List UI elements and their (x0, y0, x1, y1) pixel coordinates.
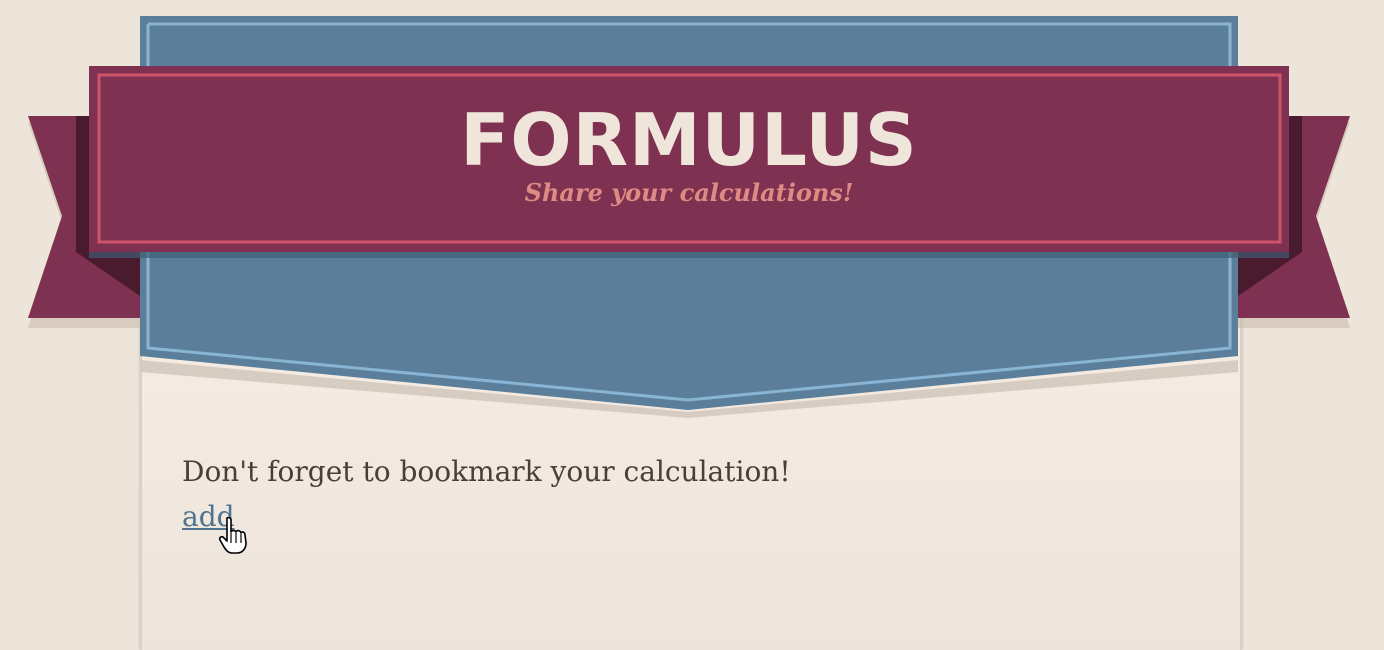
app-title: FORMULUS (460, 98, 918, 182)
bookmark-message: Don't forget to bookmark your calculatio… (182, 455, 791, 488)
hand-cursor-icon (218, 516, 247, 554)
app-subtitle: Share your calculations! (524, 178, 854, 207)
